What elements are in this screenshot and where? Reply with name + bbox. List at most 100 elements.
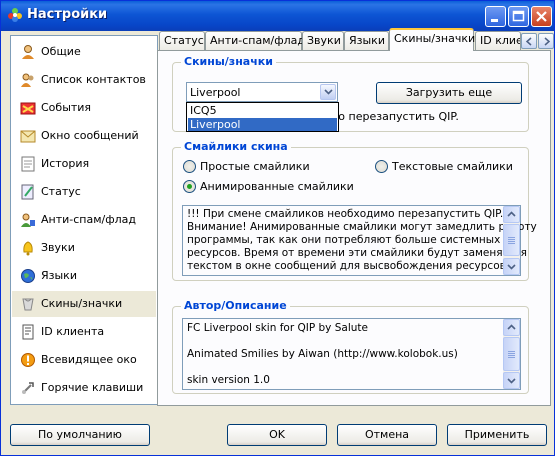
radio-selected-dot: [187, 184, 192, 189]
sidebar-item-history[interactable]: История: [12, 151, 156, 177]
author-line: skin version 1.0: [187, 374, 270, 386]
user-icon: [22, 45, 34, 59]
sidebar-item-label: Общие: [41, 45, 81, 58]
author-scrollbar[interactable]: [503, 319, 520, 389]
sidebar-item-label: Скины/значки: [41, 297, 123, 310]
sidebar-item-label: Статус: [41, 185, 81, 198]
radio-animated-smilies-label[interactable]: Анимированные смайлики: [200, 180, 354, 193]
status-icon: [21, 184, 34, 200]
skin-option-liverpool[interactable]: Liverpool: [188, 118, 337, 131]
sidebar-item-label: ID клиента: [41, 325, 105, 338]
smilies-warning-text[interactable]: !!! При смене смайликов необходимо перез…: [182, 205, 537, 276]
chevron-down-icon: [507, 378, 516, 384]
tab-scroll-left-button[interactable]: [521, 33, 537, 49]
apply-button[interactable]: Применить: [447, 424, 547, 446]
sidebar-item-status[interactable]: Статус: [12, 179, 156, 205]
sidebar-item-label: Список контактов: [41, 73, 146, 86]
sidebar-item-languages[interactable]: Языки: [12, 263, 156, 289]
sidebar-item-label: Анти-спам/флад: [41, 213, 137, 226]
cancel-button[interactable]: Отмена: [337, 424, 437, 446]
radio-simple-smilies[interactable]: [183, 160, 196, 173]
tab-antispam[interactable]: Анти-спам/флад: [205, 31, 305, 50]
sidebar-item-antispam[interactable]: Анти-спам/флад: [12, 207, 156, 233]
sidebar-item-all-seeing-eye[interactable]: Всевидящее око: [12, 347, 156, 373]
sidebar-item-label: История: [41, 157, 90, 170]
author-group-title: Автор/Описание: [181, 299, 290, 312]
tab-sounds[interactable]: Звуки: [302, 31, 344, 50]
sidebar-item-events[interactable]: События: [12, 95, 156, 121]
sidebar-item-sounds[interactable]: Звуки: [12, 235, 156, 261]
sounds-icon: [23, 241, 33, 256]
warning-scrollbar[interactable]: [503, 206, 520, 275]
thumb-grip-line: [508, 243, 515, 244]
smilies-group-title: Смайлики скина: [181, 140, 291, 153]
arrow-left-icon: [525, 37, 532, 46]
chevron-down-icon: [324, 89, 333, 95]
scroll-down-button[interactable]: [503, 258, 520, 275]
sidebar-item-client-id[interactable]: ID клиента: [12, 319, 156, 345]
hotkeys-icon: [22, 382, 34, 394]
sidebar-item-label: Звуки: [41, 241, 75, 254]
warning-line: Внимание! Анимированные смайлики могут з…: [187, 221, 537, 233]
sidebar-item-contact-list[interactable]: Список контактов: [12, 67, 156, 93]
skin-select[interactable]: Liverpool: [186, 82, 338, 102]
thumb-grip-line: [508, 351, 515, 352]
tab-client-id[interactable]: ID клие: [475, 31, 521, 50]
skins-icon: [22, 298, 34, 311]
thumb-grip-line: [508, 237, 515, 238]
author-line: Animated Smilies by Aiwan (http://www.ko…: [187, 348, 458, 360]
skin-select-value: Liverpool: [190, 86, 241, 99]
skins-tab-panel: Скины/значки Liverpool Загрузить еще мо …: [157, 50, 551, 406]
sidebar-item-label: Языки: [41, 269, 77, 282]
chevron-up-icon: [507, 211, 516, 217]
default-button[interactable]: По умолчанию: [10, 424, 150, 446]
sidebar-item-general[interactable]: Общие: [12, 39, 156, 65]
warning-line: текстом в окне сообщений для высвобожден…: [187, 260, 506, 272]
arrow-right-icon: [544, 37, 551, 46]
message-window-icon: [20, 130, 36, 143]
minimize-icon: [491, 19, 498, 22]
sidebar-item-skins[interactable]: Скины/значки: [12, 291, 156, 317]
scroll-thumb[interactable]: [503, 337, 520, 371]
scroll-up-button[interactable]: [503, 319, 520, 336]
skin-select-dropdown-button[interactable]: [320, 84, 336, 100]
tab-scroll-right-button[interactable]: [538, 33, 554, 49]
settings-window: Настройки Общие Список контактов События…: [0, 0, 555, 456]
tab-languages[interactable]: Языки: [344, 31, 389, 50]
globe-icon: [21, 269, 35, 283]
author-description-group: Автор/Описание FC Liverpool skin for QIP…: [172, 299, 529, 394]
maximize-icon: [512, 10, 525, 22]
radio-animated-smilies[interactable]: [183, 180, 196, 193]
chevron-down-icon: [507, 264, 516, 270]
scroll-down-button[interactable]: [503, 372, 520, 389]
minimize-button[interactable]: [485, 6, 506, 27]
warning-line: ресурсов. Время от времени эти смайлики …: [187, 247, 527, 259]
sidebar-item-label: События: [41, 101, 92, 114]
skin-smilies-group: Смайлики скина Простые смайлики Текстовы…: [172, 140, 537, 281]
title-bar[interactable]: Настройки: [1, 1, 554, 31]
radio-text-smilies[interactable]: [375, 160, 388, 173]
tab-skins[interactable]: Скины/значки: [389, 28, 475, 51]
maximize-button[interactable]: [508, 6, 529, 27]
warning-line: !!! При смене смайликов необходимо перез…: [187, 208, 504, 220]
load-more-skins-button[interactable]: Загрузить еще: [376, 82, 522, 104]
close-button[interactable]: [531, 6, 552, 27]
chevron-up-icon: [507, 324, 516, 330]
settings-sidebar: Общие Список контактов События Окно сооб…: [10, 35, 158, 405]
sidebar-item-hotkeys[interactable]: Горячие клавиши: [12, 375, 156, 401]
restart-note: мо перезапустить QIP.: [330, 110, 459, 123]
thumb-grip-line: [508, 355, 515, 356]
scroll-thumb[interactable]: [503, 224, 520, 256]
all-seeing-eye-icon: [21, 353, 35, 367]
tab-status[interactable]: Статус: [159, 31, 205, 50]
ok-button[interactable]: OK: [227, 424, 327, 446]
scroll-up-button[interactable]: [503, 206, 520, 223]
thumb-grip-line: [508, 353, 515, 354]
window-title: Настройки: [27, 7, 108, 22]
author-description-text[interactable]: FC Liverpool skin for QIP by Salute Anim…: [182, 318, 521, 390]
sidebar-item-message-window[interactable]: Окно сообщений: [12, 123, 156, 149]
radio-simple-smilies-label[interactable]: Простые смайлики: [200, 160, 310, 173]
sidebar-item-label: Окно сообщений: [41, 129, 139, 142]
radio-text-smilies-label[interactable]: Текстовые смайлики: [392, 160, 513, 173]
skin-option-icq5[interactable]: ICQ5: [188, 104, 337, 117]
